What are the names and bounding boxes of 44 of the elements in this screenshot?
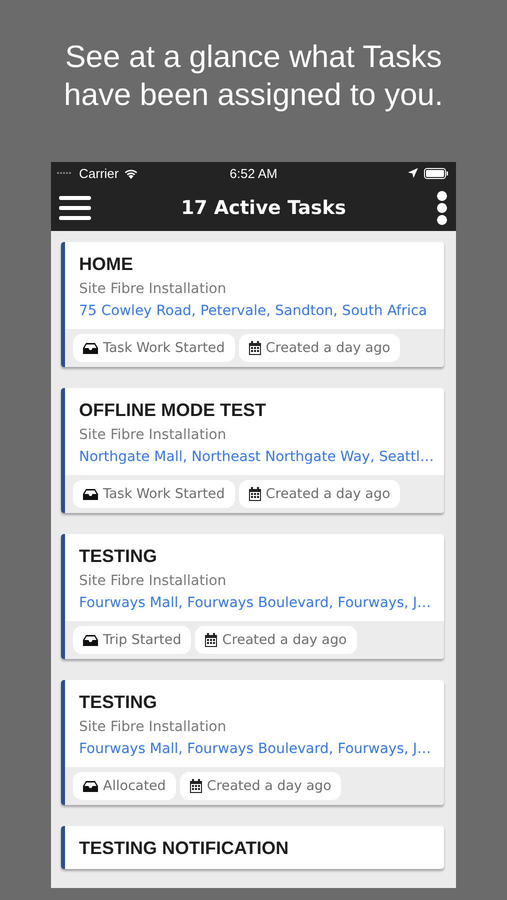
created-label: Created a day ago <box>222 632 347 648</box>
headline: See at a glance what Tasks have been assigned to you. <box>62 38 444 114</box>
task-card[interactable]: HOME Site Fibre Installation 75 Cowley Road, Petervale, Sandton, South Africa Task Work Started Created a day ago <box>61 242 444 367</box>
calendar-icon <box>190 779 202 793</box>
task-address[interactable]: Fourways Mall, Fourways Boulevard, Fourways, J… <box>79 595 430 611</box>
created-label: Created a day ago <box>266 486 390 502</box>
calendar-icon <box>248 341 261 355</box>
menu-button[interactable] <box>59 194 91 220</box>
task-address[interactable]: Northgate Mall, Northeast Northgate Way, Seattl… <box>79 449 430 465</box>
task-card[interactable]: TESTING Site Fibre Installation Fourways Mall, Fourways Boulevard, Fourways, J… Trip Started Created a day ago <box>61 534 444 659</box>
signal-icon <box>57 171 71 175</box>
task-type: Site Fibre Installation <box>79 573 228 589</box>
inbox-icon <box>83 634 98 646</box>
calendar-icon <box>205 633 218 647</box>
inbox-icon <box>83 488 98 500</box>
task-title: TESTING <box>79 546 158 567</box>
task-type: Site Fibre Installation <box>79 281 228 297</box>
screen-title: 17 Active Tasks <box>180 196 346 218</box>
created-label: Created a day ago <box>266 340 390 356</box>
task-title: TESTING NOTIFICATION <box>79 838 290 859</box>
task-card[interactable]: OFFLINE MODE TEST Site Fibre Installation Northgate Mall, Northeast Northgate Way, Seattl… Task Work Started Created a day ago <box>61 388 444 513</box>
status-label: Trip Started <box>103 632 182 648</box>
task-card[interactable]: TESTING NOTIFICATION <box>61 826 444 869</box>
calendar-icon <box>248 487 261 501</box>
carrier-name: Carrier <box>79 166 119 180</box>
battery-icon <box>424 168 448 178</box>
status-label: Task Work Started <box>103 340 225 356</box>
task-address[interactable]: 75 Cowley Road, Petervale, Sandton, South Africa <box>79 303 430 319</box>
task-type: Site Fibre Installation <box>79 719 228 735</box>
location-icon <box>408 168 418 178</box>
inbox-icon <box>83 342 98 354</box>
task-card[interactable]: TESTING Site Fibre Installation Fourways Mall, Fourways Boulevard, Fourways, J… Allocated Created a day ago <box>61 680 444 805</box>
status-label: Allocated <box>103 778 166 794</box>
status-label: Task Work Started <box>103 486 225 502</box>
created-label: Created a day ago <box>206 778 332 794</box>
task-type: Site Fibre Installation <box>79 427 228 443</box>
task-title: TESTING <box>79 692 158 713</box>
more-button[interactable] <box>436 190 448 224</box>
task-title: HOME <box>79 254 134 275</box>
status-time: 6:52 AM <box>230 166 278 180</box>
wifi-icon <box>124 168 138 178</box>
task-title: OFFLINE MODE TEST <box>79 400 267 421</box>
task-address[interactable]: Fourways Mall, Fourways Boulevard, Fourways, J… <box>79 741 430 757</box>
inbox-icon <box>83 780 98 792</box>
